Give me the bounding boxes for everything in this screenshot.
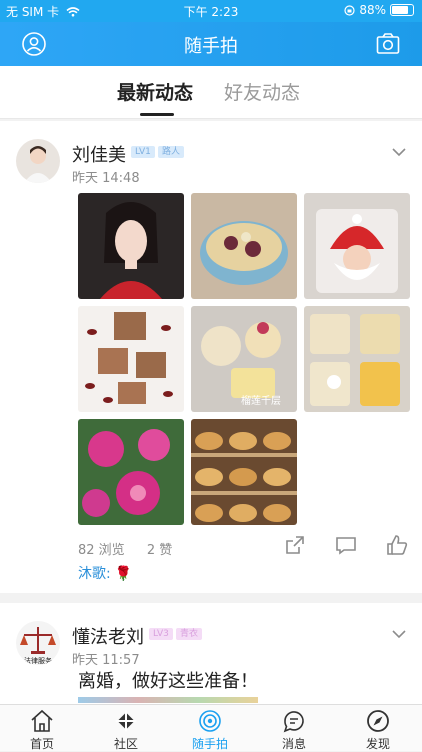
photo-mango-cups[interactable]: [304, 306, 410, 412]
battery-icon: [390, 4, 414, 16]
photo-peonies[interactable]: [78, 419, 184, 525]
photo-peonies-image: [78, 419, 184, 525]
avatar-image: [16, 139, 60, 183]
discover-icon: [367, 710, 389, 732]
photo-soup[interactable]: [191, 193, 297, 299]
photo-portrait-image: [78, 193, 184, 299]
post-time: 昨天 14:48: [72, 171, 140, 186]
post-time: 昨天 11:57: [72, 653, 140, 668]
post-card: 法律服务 懂法老刘 LV3 青衣 昨天 11:57 离婚，做好这些准备！: [0, 603, 422, 704]
photo-mango-cups-image: [304, 306, 410, 412]
share-icon[interactable]: [284, 534, 306, 556]
post-title[interactable]: 离婚，做好这些准备！: [78, 667, 258, 693]
comment-line[interactable]: 沐歌: 🌹: [78, 563, 132, 583]
post-image-preview[interactable]: [78, 697, 258, 703]
like-count: 2 赞: [146, 543, 173, 558]
tab-snapshot[interactable]: 随手拍: [168, 705, 252, 751]
photo-bread-image: [191, 419, 297, 525]
photo-soup-image: [191, 193, 297, 299]
tab-indicator: [140, 113, 174, 116]
photo-grid: 榴莲千层: [78, 193, 410, 525]
tab-community-label: 社区: [113, 737, 138, 751]
photo-caption: 榴莲千层: [241, 394, 281, 407]
view-count: 82 浏览: [78, 543, 125, 558]
tab-community[interactable]: 社区: [84, 705, 168, 751]
tab-discover-label: 发现: [365, 737, 390, 751]
level-badge: LV1: [131, 146, 155, 158]
orientation-lock-icon: [344, 4, 355, 16]
title-badge: 青衣: [176, 628, 203, 640]
comment-author[interactable]: 沐歌:: [78, 566, 111, 582]
chevron-down-icon[interactable]: [392, 147, 406, 157]
photo-santa-cake-image: [304, 193, 410, 299]
tab-home-label: 首页: [29, 737, 54, 751]
photo-portrait[interactable]: [78, 193, 184, 299]
avatar[interactable]: [16, 139, 60, 183]
battery-fill: [392, 6, 408, 14]
comment-text: 🌹: [114, 566, 133, 582]
post-stats: 82 浏览 2 赞: [78, 539, 190, 558]
camera-icon[interactable]: [376, 32, 400, 56]
photo-dessert-box-image: 榴莲千层: [191, 306, 297, 412]
title-badge: 路人: [158, 146, 185, 158]
chevron-down-icon[interactable]: [392, 629, 406, 639]
divider: [0, 593, 422, 603]
tab-messages[interactable]: 消息: [252, 705, 336, 751]
avatar-image: 法律服务: [16, 621, 60, 665]
message-icon: [283, 711, 304, 733]
post-card: 刘佳美 LV1 路人 昨天 14:48 榴莲千层 82 浏览 2 赞 沐歌: 🌹: [0, 121, 422, 593]
tab-messages-label: 消息: [281, 737, 306, 751]
username[interactable]: 懂法老刘: [72, 623, 144, 649]
home-icon: [31, 709, 53, 732]
tab-friends[interactable]: 好友动态: [224, 78, 300, 105]
community-icon: [115, 710, 137, 732]
photo-dates-image: [78, 306, 184, 412]
status-right: 88%: [344, 3, 414, 17]
bottom-tab-bar: 首页 社区 随手拍 消息 发现: [0, 704, 422, 751]
photo-dates[interactable]: [78, 306, 184, 412]
comment-icon[interactable]: [335, 534, 357, 556]
header: 随手拍: [0, 22, 422, 66]
photo-bread[interactable]: [191, 419, 297, 525]
tab-home[interactable]: 首页: [0, 705, 84, 751]
page-title: 随手拍: [184, 36, 238, 57]
tab-latest[interactable]: 最新动态: [117, 78, 193, 105]
username[interactable]: 刘佳美: [72, 141, 126, 167]
tab-discover[interactable]: 发现: [336, 705, 420, 751]
battery-percent: 88%: [359, 3, 386, 17]
photo-santa-cake[interactable]: [304, 193, 410, 299]
avatar[interactable]: 法律服务: [16, 621, 60, 665]
like-icon[interactable]: [386, 534, 408, 556]
status-bar: 无 SIM 卡 下午 2:23 88%: [0, 0, 422, 22]
tab-snapshot-label: 随手拍: [191, 737, 228, 751]
snapshot-icon: [199, 710, 221, 732]
level-badge: LV3: [149, 628, 173, 640]
feed-tabs: 最新动态 好友动态: [0, 66, 422, 119]
feed-list[interactable]: 刘佳美 LV1 路人 昨天 14:48 榴莲千层 82 浏览 2 赞 沐歌: 🌹…: [0, 121, 422, 704]
avatar-text: 法律服务: [24, 656, 52, 665]
photo-dessert-box[interactable]: 榴莲千层: [191, 306, 297, 412]
